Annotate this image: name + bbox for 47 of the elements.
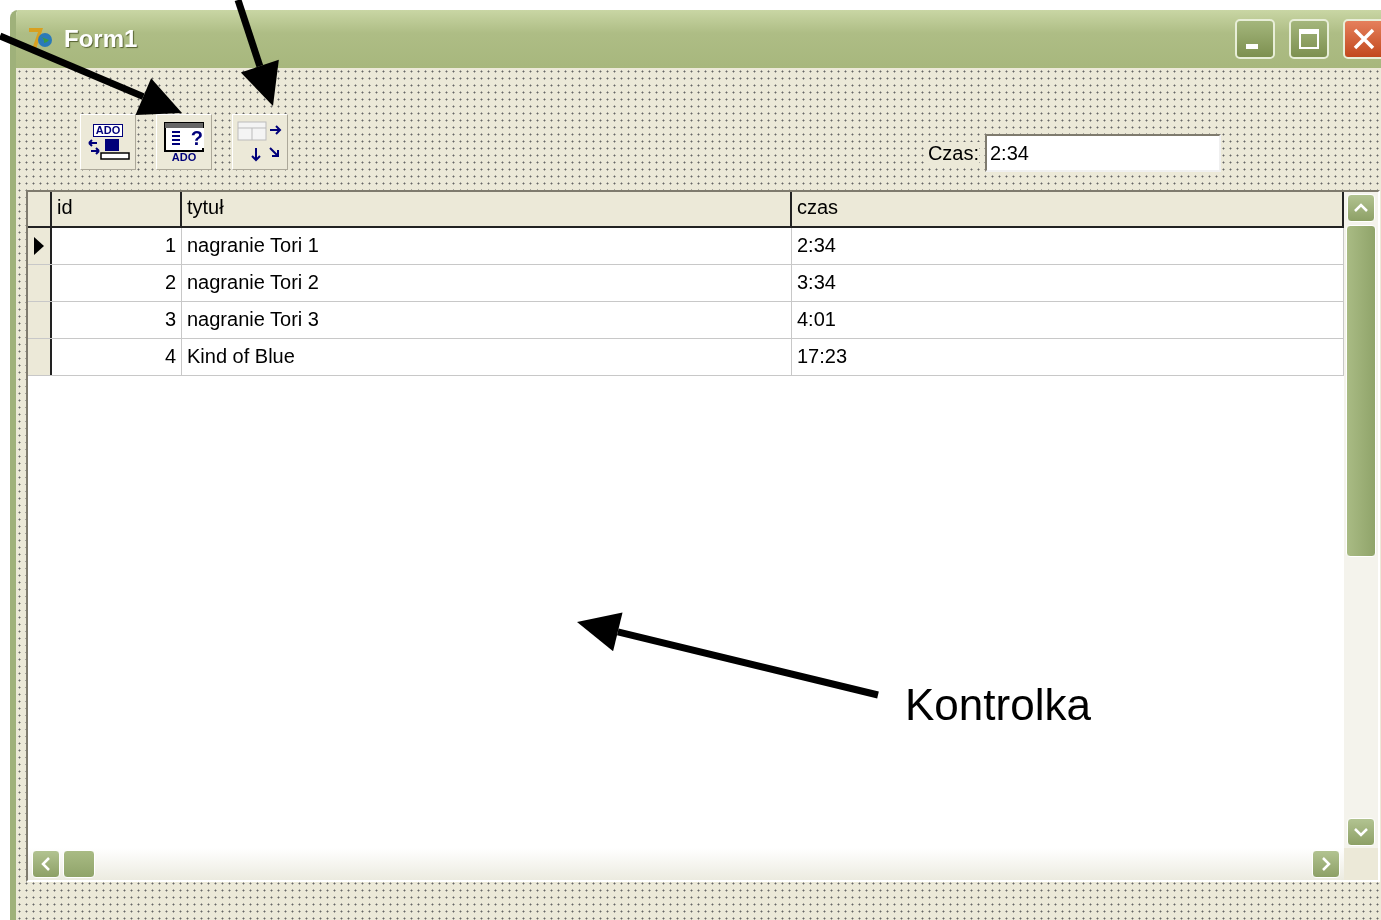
- maximize-icon: [1297, 27, 1321, 51]
- minimize-icon: [1246, 43, 1258, 49]
- czas-input-field[interactable]: 2:34: [985, 134, 1221, 172]
- chevron-down-icon: [1353, 827, 1369, 837]
- row-indicator[interactable]: [28, 302, 52, 338]
- scroll-right-button[interactable]: [1312, 850, 1340, 878]
- window-title: Form1: [64, 25, 139, 53]
- computer-icon: [85, 136, 131, 161]
- table-cell: Kind of Blue: [182, 339, 792, 375]
- table-cell: 4: [52, 339, 182, 375]
- field-label: Czas:: [927, 141, 979, 165]
- table-cell: nagranie Tori 2: [182, 265, 792, 301]
- annotation-label: Kontrolka: [905, 680, 1091, 730]
- maximize-button[interactable]: [1289, 19, 1329, 59]
- close-icon: [1351, 26, 1377, 52]
- chevron-up-icon: [1353, 203, 1369, 213]
- scroll-left-button[interactable]: [32, 850, 60, 878]
- table-cell: nagranie Tori 1: [182, 228, 792, 264]
- scroll-up-button[interactable]: [1347, 194, 1375, 222]
- chevron-right-icon: [1321, 856, 1331, 872]
- table-cell: 1: [52, 228, 182, 264]
- column-header[interactable]: tytuł: [182, 192, 792, 226]
- minimize-button[interactable]: [1235, 19, 1275, 59]
- component-label: ADO: [171, 151, 197, 163]
- vertical-scrollbar[interactable]: [1344, 192, 1378, 848]
- table-cell: 2: [52, 265, 182, 301]
- column-header[interactable]: id: [52, 192, 182, 226]
- current-row-icon: [33, 236, 45, 256]
- component-tile[interactable]: [232, 114, 288, 170]
- table-arrows-icon: [236, 120, 284, 164]
- scroll-thumb[interactable]: [63, 850, 95, 878]
- component-tile[interactable]: ADO: [80, 114, 136, 170]
- component-label: ADO: [92, 123, 124, 137]
- table-cell: nagranie Tori 3: [182, 302, 792, 338]
- scrollbar-corner: [1344, 848, 1378, 880]
- component-tile[interactable]: ? ADO: [156, 114, 212, 170]
- horizontal-scrollbar[interactable]: [28, 848, 1344, 880]
- column-header[interactable]: czas: [792, 192, 1344, 226]
- scroll-thumb[interactable]: [1346, 225, 1376, 557]
- row-indicator[interactable]: [28, 228, 52, 264]
- header-corner: [28, 192, 52, 226]
- scroll-down-button[interactable]: [1347, 818, 1375, 846]
- chevron-left-icon: [41, 856, 51, 872]
- row-indicator[interactable]: [28, 339, 52, 375]
- row-indicator[interactable]: [28, 265, 52, 301]
- close-button[interactable]: [1343, 19, 1381, 59]
- table-cell: 3: [52, 302, 182, 338]
